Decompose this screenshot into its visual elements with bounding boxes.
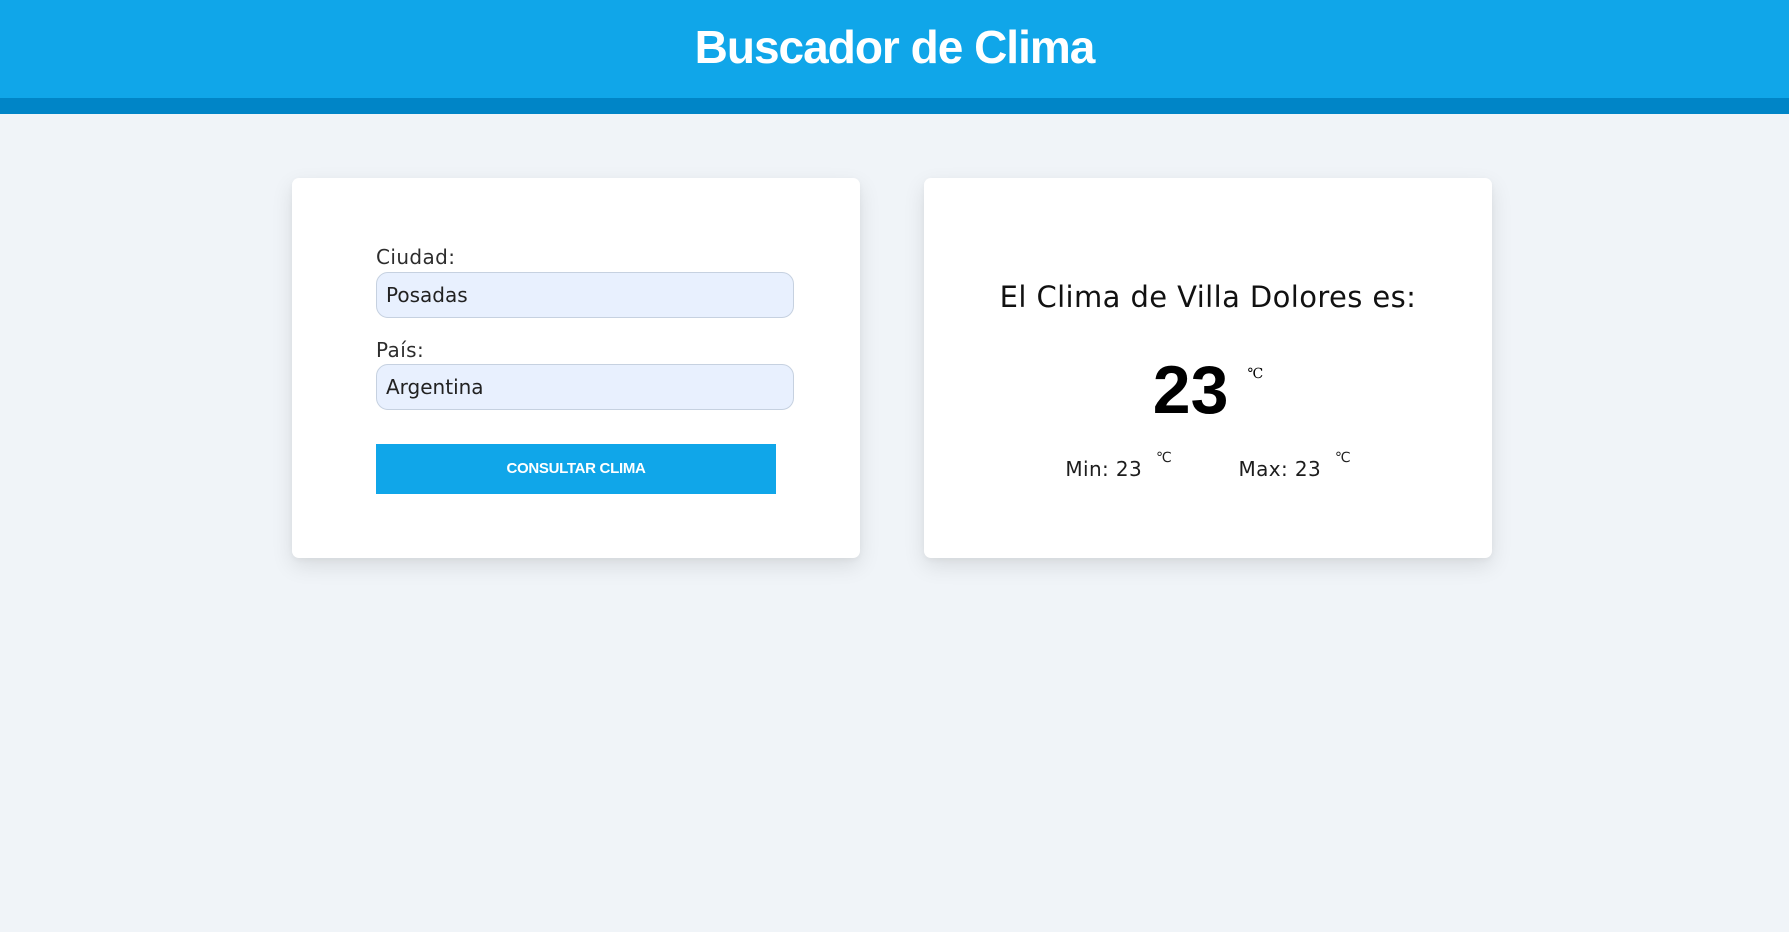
maximum-temperature: Max: 23 ℃ <box>1238 451 1350 484</box>
minimum-temperature-unit: ℃ <box>1155 450 1172 466</box>
consult-weather-button[interactable]: CONSULTAR CLIMA <box>376 444 776 494</box>
city-input[interactable] <box>376 272 794 318</box>
current-temperature-value: 23 <box>1152 352 1229 428</box>
country-label: País: <box>376 338 425 362</box>
app-header: Buscador de Clima <box>0 0 1789 114</box>
temperature-range: Min: 23 ℃ Max: 23 ℃ <box>924 451 1492 484</box>
maximum-temperature-label: Max: 23 <box>1238 457 1322 481</box>
city-label: Ciudad: <box>376 245 456 269</box>
minimum-temperature: Min: 23 ℃ <box>1065 451 1171 484</box>
weather-search-card: Ciudad: País: CONSULTAR CLIMA <box>292 178 860 558</box>
country-input[interactable] <box>376 364 794 410</box>
current-temperature-unit: ℃ <box>1247 366 1264 382</box>
app-title: Buscador de Clima <box>694 21 1096 73</box>
current-temperature: 23 ℃ <box>924 350 1492 430</box>
weather-result-card: El Clima de Villa Dolores es: 23 ℃ Min: … <box>924 178 1492 558</box>
maximum-temperature-unit: ℃ <box>1334 450 1351 466</box>
weather-result-heading: El Clima de Villa Dolores es: <box>999 280 1417 314</box>
minimum-temperature-label: Min: 23 <box>1065 457 1143 481</box>
